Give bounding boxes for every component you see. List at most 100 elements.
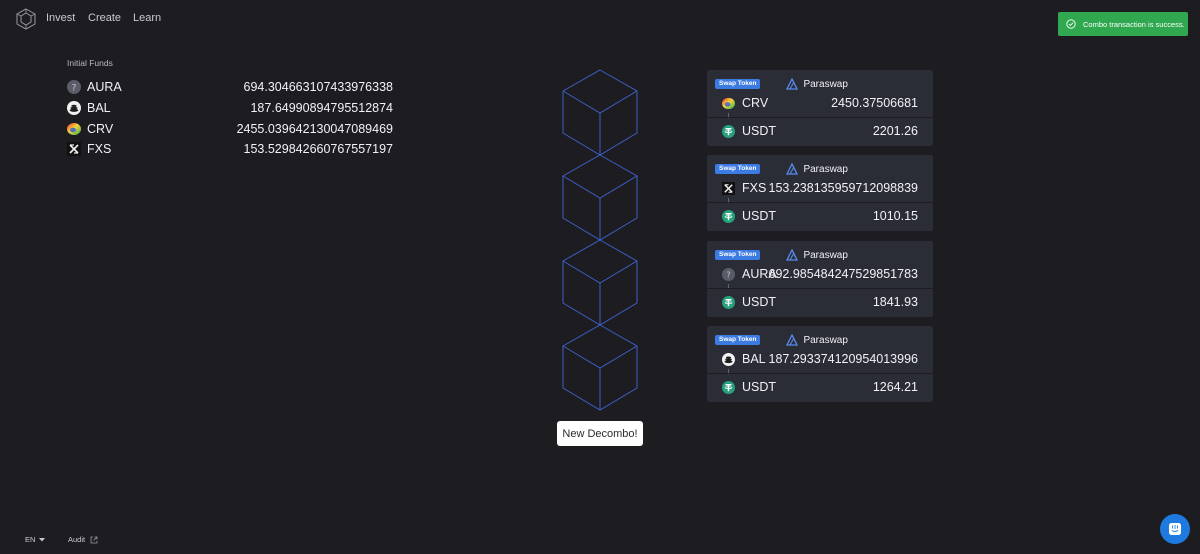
from-amount: 187.293374120954013996 (768, 352, 918, 366)
swap-token-badge: Swap Token (715, 164, 761, 174)
swap-card-header: Swap Token Paraswap (715, 334, 848, 346)
usdt-token-icon (722, 124, 735, 138)
provider-name: Paraswap (803, 163, 848, 175)
swap-to-row: USDT 1010.15 (722, 208, 918, 224)
cube-2 (562, 154, 638, 241)
fund-row-aura: ? AURA 694.304663107433976338 (67, 77, 393, 98)
fund-amount: 2455.039642130047089469 (236, 121, 393, 136)
cube-3 (562, 239, 638, 326)
chat-launcher-button[interactable] (1160, 514, 1190, 544)
arrow-down-icon: ↓ (726, 366, 731, 376)
to-symbol: USDT (742, 380, 777, 394)
usdt-token-icon (722, 209, 735, 223)
swap-from-row: FXS 153.238135959712098839 (722, 180, 918, 196)
aura-token-icon: ? (67, 80, 81, 95)
swap-card: Swap Token Paraswap BAL 187.293374120954… (707, 326, 933, 402)
bal-token-icon (67, 101, 81, 116)
fund-symbol: CRV (87, 121, 114, 136)
paraswap-icon (786, 249, 799, 261)
swap-card-header: Swap Token Paraswap (715, 249, 848, 261)
decombo-logo-icon[interactable] (16, 8, 36, 30)
swap-card: Swap Token Paraswap ? AURA 692.985484247… (707, 241, 933, 317)
swap-card-header: Swap Token Paraswap (715, 78, 848, 90)
fund-amount: 694.304663107433976338 (243, 80, 393, 95)
divider (707, 117, 933, 118)
nav-create[interactable]: Create (88, 12, 121, 24)
fund-row-fxs: FXS 153.529842660767557197 (67, 139, 393, 160)
provider-name: Paraswap (803, 78, 848, 90)
swap-card: Swap Token Paraswap FXS 153.238135959712… (707, 155, 933, 231)
from-amount: 153.238135959712098839 (768, 181, 918, 195)
check-circle-icon (1066, 19, 1076, 29)
success-toast[interactable]: Combo transaction is success. (1058, 12, 1188, 36)
fund-symbol: AURA (87, 80, 122, 95)
to-amount: 1264.21 (872, 380, 918, 394)
aura-token-icon: ? (722, 267, 735, 281)
audit-link[interactable]: Audit (68, 535, 98, 544)
swap-card: Swap Token Paraswap CRV 2450.37506681 ↓ (707, 70, 933, 146)
fund-symbol: FXS (87, 142, 112, 157)
divider (707, 202, 933, 203)
fund-symbol: BAL (87, 101, 111, 116)
swap-to-row: USDT 1264.21 (722, 379, 918, 395)
cube-1 (562, 69, 638, 156)
swap-token-badge: Swap Token (715, 79, 761, 89)
paraswap-icon (786, 163, 799, 175)
language-label: EN (25, 535, 36, 544)
svg-text:?: ? (726, 269, 730, 279)
paraswap-icon (786, 334, 799, 346)
usdt-token-icon (722, 295, 735, 309)
swap-token-badge: Swap Token (715, 250, 761, 260)
paraswap-icon (786, 78, 799, 90)
provider-name: Paraswap (803, 334, 848, 346)
initial-funds-panel: Initial Funds ? AURA 694.304663107433976… (67, 58, 393, 160)
crv-token-icon (722, 97, 735, 109)
swap-card-header: Swap Token Paraswap (715, 163, 848, 175)
bal-token-icon (722, 352, 735, 366)
from-symbol: FXS (742, 181, 767, 195)
fund-amount: 153.529842660767557197 (243, 142, 393, 157)
swap-to-row: USDT 1841.93 (722, 294, 918, 310)
swap-from-row: CRV 2450.37506681 (722, 95, 918, 111)
combo-cube-chain (562, 69, 638, 411)
to-symbol: USDT (742, 124, 777, 138)
from-amount: 2450.37506681 (831, 96, 918, 110)
swap-from-row: ? AURA 692.985484247529851783 (722, 266, 918, 282)
arrow-down-icon: ↓ (726, 195, 731, 205)
provider-name: Paraswap (803, 249, 848, 261)
to-symbol: USDT (742, 209, 777, 223)
caret-down-icon (38, 538, 45, 542)
toast-message: Combo transaction is success. (1083, 19, 1185, 29)
svg-text:?: ? (72, 84, 77, 94)
fxs-token-icon (722, 181, 735, 195)
arrow-down-icon: ↓ (726, 281, 731, 291)
arrow-down-icon: ↓ (726, 110, 731, 120)
swap-token-badge: Swap Token (715, 335, 761, 345)
from-symbol: BAL (742, 352, 766, 366)
audit-label: Audit (68, 535, 86, 544)
usdt-token-icon (722, 380, 735, 394)
to-amount: 1010.15 (872, 209, 918, 223)
from-symbol: CRV (742, 96, 769, 110)
swap-from-row: BAL 187.293374120954013996 (722, 351, 918, 367)
top-nav: Invest Create Learn (0, 0, 1200, 38)
to-amount: 1841.93 (872, 295, 918, 309)
to-amount: 2201.26 (872, 124, 918, 138)
swap-to-row: USDT 2201.26 (722, 123, 918, 139)
external-link-icon (90, 536, 98, 544)
nav-learn[interactable]: Learn (133, 12, 161, 24)
divider (707, 373, 933, 374)
fxs-token-icon (67, 142, 81, 157)
divider (707, 288, 933, 289)
language-selector[interactable]: EN (25, 535, 45, 544)
crv-token-icon (67, 122, 81, 135)
initial-funds-title: Initial Funds (67, 58, 113, 68)
nav-invest[interactable]: Invest (46, 12, 75, 24)
to-symbol: USDT (742, 295, 777, 309)
fund-row-crv: CRV 2455.039642130047089469 (67, 118, 393, 139)
fund-row-bal: BAL 187.64990894795512874 (67, 98, 393, 119)
cube-4 (562, 324, 638, 411)
chat-icon (1169, 523, 1181, 535)
new-decombo-button[interactable]: New Decombo! (557, 421, 643, 446)
fund-amount: 187.64990894795512874 (250, 101, 393, 116)
